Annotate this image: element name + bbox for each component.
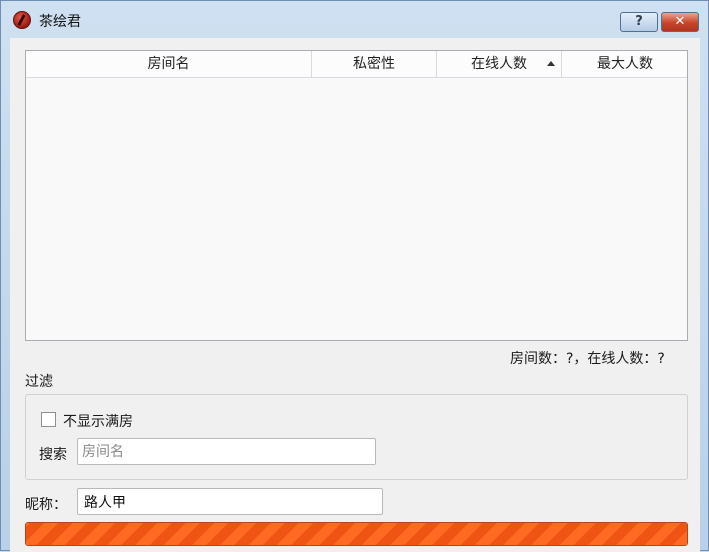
title-bar[interactable]: 茶绘君 ? ✕	[1, 1, 708, 37]
client-area: 房间名 私密性 在线人数 最大人数 房间数：?，在线人数：? 过滤 不显示满房 …	[10, 38, 700, 552]
column-header-online-count[interactable]: 在线人数	[437, 51, 562, 77]
progress-fill	[26, 523, 687, 545]
room-stats: 房间数：?，在线人数：?	[510, 351, 665, 367]
filter-group: 不显示满房 搜索	[25, 394, 688, 480]
column-header-max-count[interactable]: 最大人数	[562, 51, 688, 77]
hide-full-checkbox[interactable]	[41, 412, 56, 427]
filter-title: 过滤	[25, 374, 53, 390]
search-input[interactable]	[77, 438, 376, 465]
column-header-privacy[interactable]: 私密性	[312, 51, 437, 77]
app-window: 茶绘君 ? ✕ 房间名 私密性 在线人数 最大人数 房间数：?，在线人数：? 过…	[0, 0, 709, 552]
hide-full-label[interactable]: 不显示满房	[63, 411, 133, 431]
close-button[interactable]: ✕	[661, 12, 699, 32]
app-logo-icon	[13, 11, 31, 29]
room-table[interactable]: 房间名 私密性 在线人数 最大人数	[25, 50, 688, 341]
window-title: 茶绘君	[39, 14, 81, 30]
search-label: 搜索	[39, 447, 67, 463]
nickname-input[interactable]	[77, 488, 383, 515]
connection-progress-bar	[25, 522, 688, 546]
help-button[interactable]: ?	[620, 12, 658, 32]
column-header-online-count-label: 在线人数	[471, 56, 527, 72]
nickname-label: 昵称：	[25, 497, 67, 513]
sort-ascending-icon	[547, 61, 555, 66]
column-header-room-name[interactable]: 房间名	[26, 51, 312, 77]
table-header: 房间名 私密性 在线人数 最大人数	[26, 51, 687, 78]
